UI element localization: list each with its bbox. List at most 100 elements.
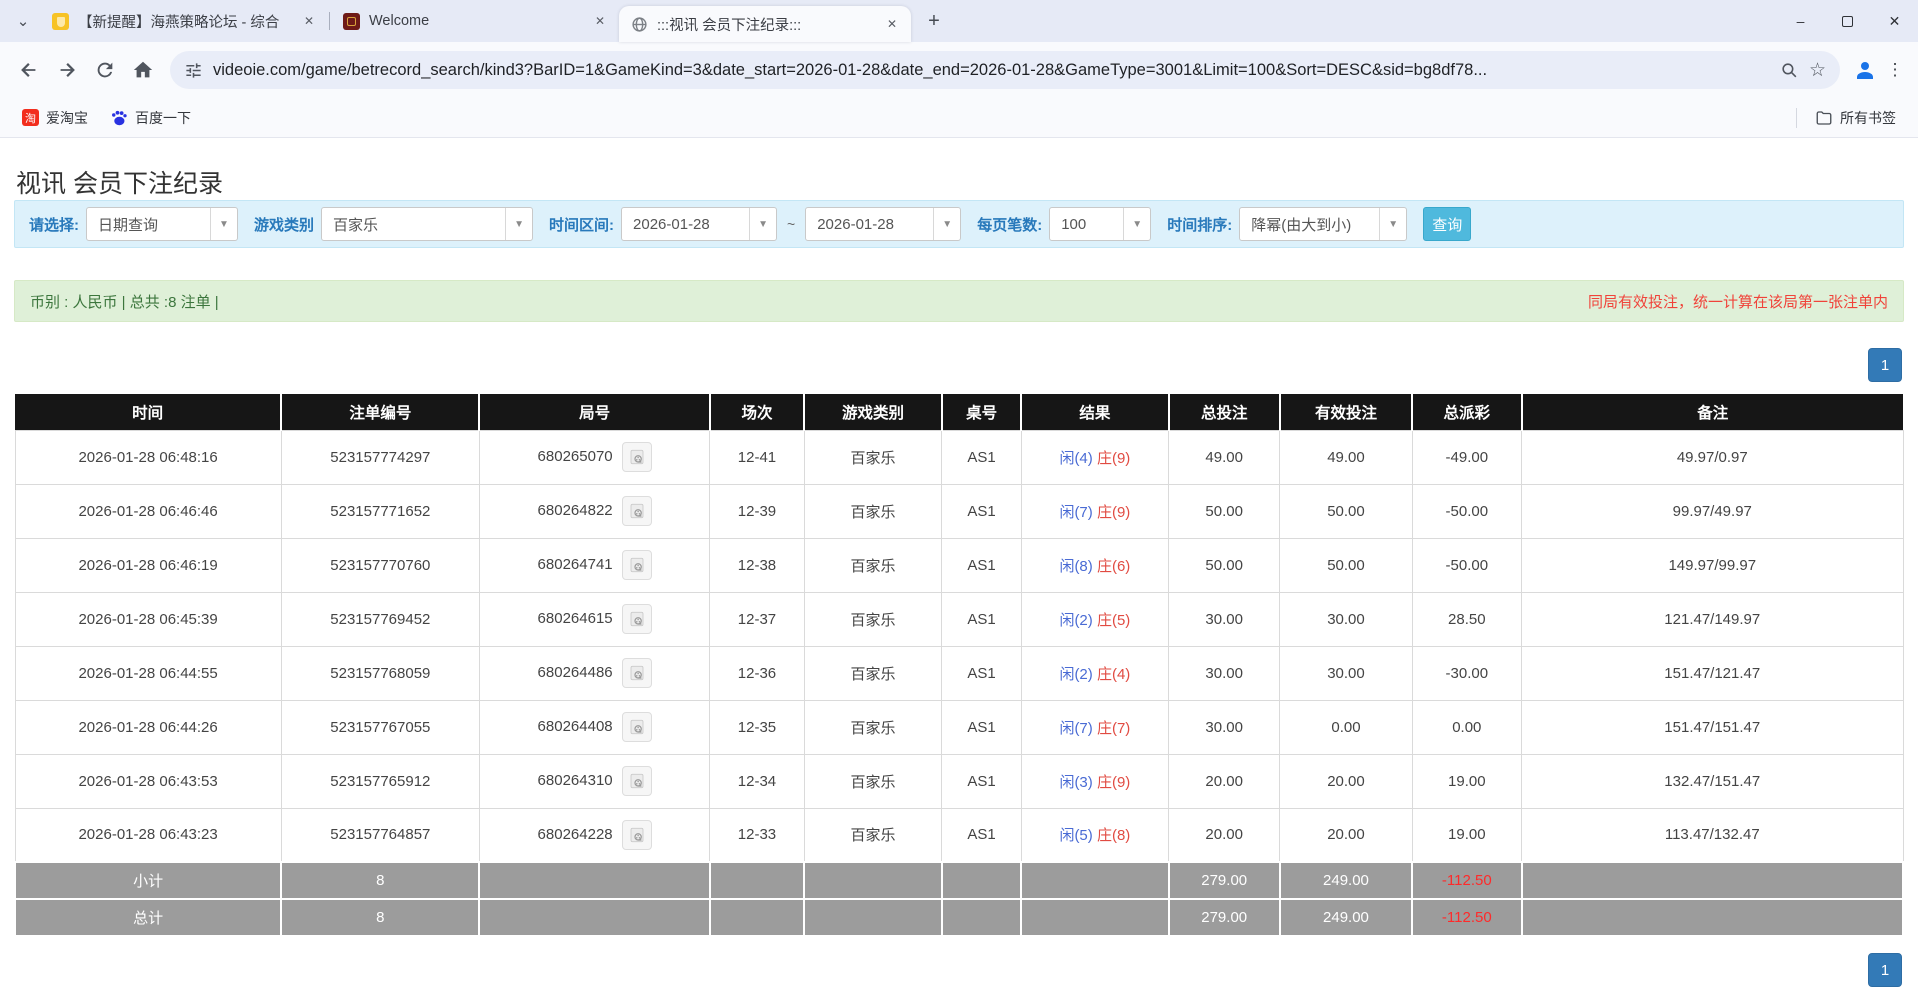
close-tab-icon[interactable]: ✕	[591, 12, 609, 30]
cell-time: 2026-01-28 06:48:16	[14, 429, 282, 485]
cell-total-bet[interactable]: 49.00	[1167, 429, 1281, 485]
header-game: 游戏类别	[803, 394, 942, 430]
site-settings-tune-icon[interactable]	[184, 61, 203, 80]
browser-menu-icon[interactable]: ⋮	[1882, 60, 1908, 80]
video-replay-button[interactable]	[621, 766, 652, 796]
cell-table-no: AS1	[941, 591, 1022, 647]
cell-round: 680264228	[478, 807, 711, 863]
pagination-bottom: 1	[14, 953, 1902, 987]
cell-round: 680265070	[478, 429, 711, 485]
video-replay-button[interactable]	[621, 442, 652, 472]
new-tab-button[interactable]: +	[919, 6, 949, 36]
banker-result: 庄(6)	[1096, 557, 1131, 575]
cell-total-bet[interactable]: 30.00	[1167, 645, 1281, 701]
cell-payout: 19.00	[1411, 807, 1523, 863]
cell-bet-id: 523157765912	[280, 753, 480, 809]
table-row: 2026-01-28 06:43:23 523157764857 6802642…	[14, 807, 1904, 863]
tab-welcome[interactable]: Welcome ✕	[331, 0, 619, 42]
maximize-button[interactable]	[1824, 0, 1871, 42]
cell-empty	[708, 898, 806, 937]
cell-empty	[1520, 898, 1905, 937]
window-controls: – ✕	[1777, 0, 1918, 42]
date-start-select[interactable]: 2026-01-28 ▼	[621, 207, 778, 241]
profile-avatar-icon[interactable]	[1848, 53, 1882, 87]
minimize-button[interactable]: –	[1777, 0, 1824, 42]
page-size-select[interactable]: 100 ▼	[1049, 207, 1152, 241]
header-bet-id: 注单编号	[280, 394, 480, 430]
tab-title: :::视讯 会员下注纪录:::	[657, 17, 802, 34]
video-replay-button[interactable]	[621, 658, 652, 688]
video-replay-button[interactable]	[621, 712, 652, 742]
reload-button[interactable]	[86, 51, 124, 89]
zoom-icon[interactable]	[1780, 61, 1799, 80]
cell-total-bet[interactable]: 30.00	[1167, 591, 1281, 647]
bookmark-star-icon[interactable]: ☆	[1809, 61, 1826, 80]
bet-records-table: 时间 注单编号 局号 场次 游戏类别 桌号 结果 总投注 有效投注 总派彩 备注…	[13, 394, 1905, 937]
cell-total-bet[interactable]: 30.00	[1167, 699, 1281, 755]
taobao-icon: 淘	[22, 109, 39, 126]
bookmark-label: 爱淘宝	[46, 109, 88, 126]
home-button[interactable]	[124, 51, 162, 89]
total-row: 总计 8 279.00 249.00 -112.50	[13, 898, 1905, 937]
round-id: 680264228	[537, 825, 613, 843]
baidu-paw-icon	[110, 109, 128, 127]
cell-round: 680264310	[478, 753, 711, 809]
header-remark: 备注	[1520, 394, 1903, 430]
chevron-down-icon: ▼	[1379, 208, 1406, 240]
banker-result: 庄(8)	[1096, 827, 1131, 845]
cell-remark: 121.47/149.97	[1521, 591, 1904, 647]
tab-search-chevron-icon[interactable]: ⌄	[6, 6, 40, 36]
back-button[interactable]	[10, 51, 48, 89]
cell-total-bet[interactable]: 20.00	[1167, 807, 1281, 863]
round-id: 680264741	[537, 555, 613, 573]
cell-empty	[1020, 861, 1170, 900]
cell-total-bet[interactable]: 50.00	[1167, 483, 1281, 539]
header-table-no: 桌号	[940, 394, 1022, 430]
cell-empty	[708, 861, 806, 900]
round-id: 680264310	[537, 771, 613, 789]
bookmarks-bar: 淘 爱淘宝 百度一下 所有书签	[0, 98, 1918, 138]
tab-forum[interactable]: 【新提醒】海燕策略论坛 - 综合 ✕	[40, 0, 328, 42]
video-replay-button[interactable]	[621, 604, 652, 634]
all-bookmarks-button[interactable]: 所有书签	[1807, 104, 1904, 132]
pagination-top: 1	[14, 348, 1902, 382]
forum-favicon-icon	[52, 12, 69, 30]
cell-total-bet[interactable]: 20.00	[1167, 753, 1281, 809]
video-replay-button[interactable]	[621, 496, 652, 526]
forward-button[interactable]	[48, 51, 86, 89]
cell-round: 680264615	[478, 591, 711, 647]
page-1-button[interactable]: 1	[1868, 348, 1902, 382]
tab-bet-record-active[interactable]: :::视讯 会员下注纪录::: ✕	[619, 6, 911, 42]
sort-select[interactable]: 降幂(由大到小) ▼	[1239, 207, 1408, 241]
query-type-select[interactable]: 日期查询 ▼	[86, 207, 238, 241]
tilde-separator: ~	[787, 216, 796, 232]
cell-session: 12-38	[709, 537, 805, 593]
cell-payout: -49.00	[1411, 429, 1523, 485]
cell-remark: 151.47/121.47	[1521, 645, 1904, 701]
game-category-select[interactable]: 百家乐 ▼	[321, 207, 534, 241]
chevron-down-icon: ▼	[210, 208, 237, 240]
search-button[interactable]: 查询	[1423, 207, 1472, 241]
close-tab-icon[interactable]: ✕	[883, 15, 901, 33]
close-tab-icon[interactable]: ✕	[300, 12, 318, 30]
date-end-select[interactable]: 2026-01-28 ▼	[805, 207, 962, 241]
header-valid-bet: 有效投注	[1278, 394, 1413, 430]
video-replay-button[interactable]	[621, 550, 652, 580]
video-replay-button[interactable]	[621, 819, 652, 850]
bookmark-taobao[interactable]: 淘 爱淘宝	[14, 104, 96, 132]
page-1-button[interactable]: 1	[1868, 953, 1902, 987]
cell-time: 2026-01-28 06:43:53	[14, 753, 282, 809]
page-size-label: 每页笔数:	[977, 216, 1043, 234]
chevron-down-icon: ▼	[505, 208, 532, 240]
bookmark-baidu[interactable]: 百度一下	[102, 104, 199, 132]
address-bar[interactable]: videoie.com/game/betrecord_search/kind3?…	[170, 51, 1840, 89]
cell-time: 2026-01-28 06:44:55	[14, 645, 282, 701]
cell-game: 百家乐	[803, 645, 943, 701]
chevron-down-icon: ▼	[933, 208, 960, 240]
close-window-button[interactable]: ✕	[1871, 0, 1918, 42]
select-label: 请选择:	[29, 216, 79, 234]
cell-remark: 132.47/151.47	[1521, 753, 1904, 809]
cell-empty	[1020, 898, 1170, 937]
cell-empty	[478, 898, 711, 937]
cell-total-bet[interactable]: 50.00	[1167, 537, 1281, 593]
